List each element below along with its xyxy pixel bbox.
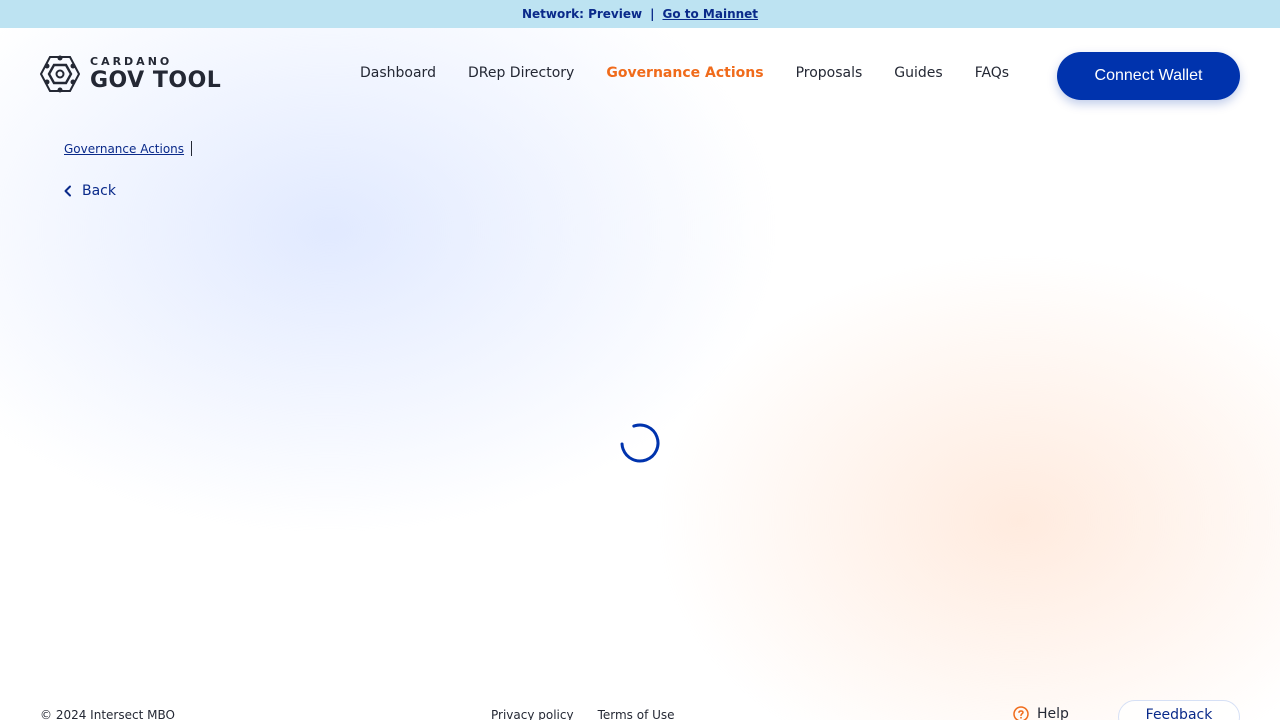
privacy-policy-link[interactable]: Privacy policy bbox=[491, 708, 574, 720]
hexagon-logo-icon bbox=[40, 55, 80, 93]
nav-item-proposals[interactable]: Proposals bbox=[796, 65, 863, 81]
footer: © 2024 Intersect MBO Privacy policy Term… bbox=[0, 700, 1280, 720]
nav-item-faqs[interactable]: FAQs bbox=[975, 65, 1009, 81]
nav-item-governance-actions[interactable]: Governance Actions bbox=[606, 65, 763, 81]
back-button[interactable]: Back bbox=[62, 183, 116, 199]
network-separator: | bbox=[650, 7, 655, 21]
copyright-text: © 2024 Intersect MBO bbox=[40, 708, 175, 720]
chevron-left-icon bbox=[64, 185, 71, 197]
connect-wallet-button[interactable]: Connect Wallet bbox=[1057, 52, 1240, 100]
breadcrumb-divider bbox=[191, 141, 193, 156]
help-label: Help bbox=[1037, 706, 1069, 720]
nav-item-drep-directory[interactable]: DRep Directory bbox=[468, 65, 574, 81]
question-circle-icon bbox=[1013, 706, 1029, 720]
breadcrumb: Governance Actions bbox=[64, 141, 193, 156]
main-nav: Dashboard DRep Directory Governance Acti… bbox=[360, 65, 1009, 81]
logo[interactable]: CARDANO GOV TOOL bbox=[40, 55, 221, 93]
go-to-mainnet-link[interactable]: Go to Mainnet bbox=[662, 7, 758, 21]
spinner-icon bbox=[620, 423, 660, 463]
help-link[interactable]: Help bbox=[1013, 706, 1069, 720]
terms-of-use-link[interactable]: Terms of Use bbox=[598, 708, 675, 720]
logo-bottom-text: GOV TOOL bbox=[90, 68, 222, 93]
network-label: Network: Preview bbox=[521, 7, 643, 21]
footer-links: Privacy policy Terms of Use bbox=[491, 708, 699, 720]
back-label: Back bbox=[82, 183, 116, 199]
network-banner: Network: Preview | Go to Mainnet bbox=[0, 0, 1280, 28]
nav-item-dashboard[interactable]: Dashboard bbox=[360, 65, 436, 81]
nav-item-guides[interactable]: Guides bbox=[894, 65, 942, 81]
header: CARDANO GOV TOOL Dashboard DRep Director… bbox=[0, 28, 1280, 124]
feedback-button[interactable]: Feedback bbox=[1118, 700, 1240, 720]
breadcrumb-governance-actions-link[interactable]: Governance Actions bbox=[64, 142, 184, 156]
logo-top-text: CARDANO bbox=[90, 55, 173, 68]
logo-text: CARDANO GOV TOOL bbox=[90, 56, 221, 92]
